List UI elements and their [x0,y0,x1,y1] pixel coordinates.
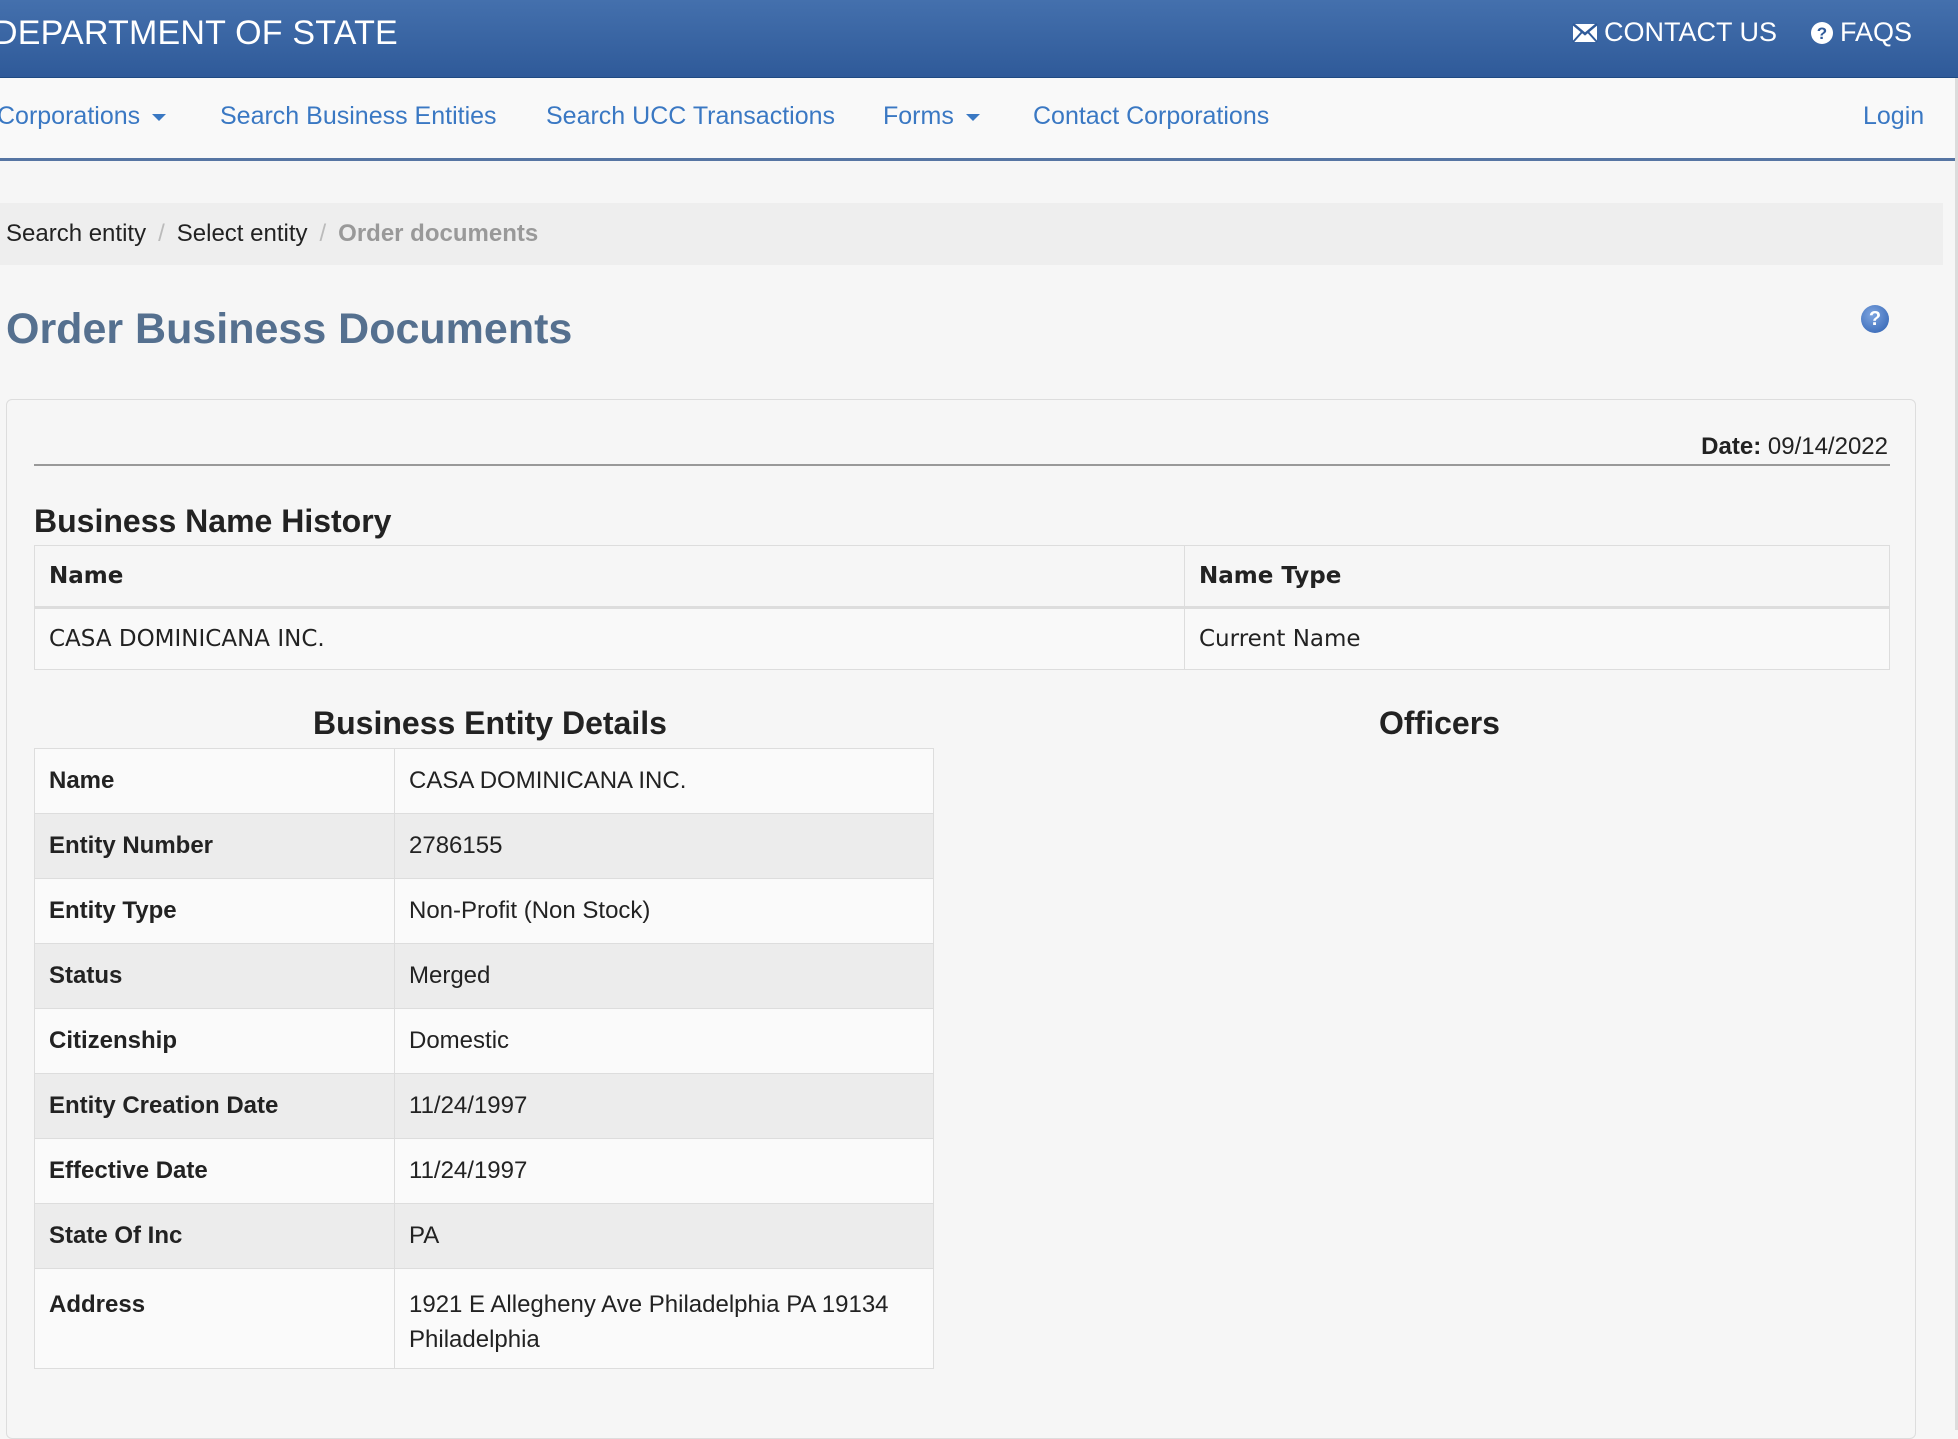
cell-name: CASA DOMINICANA INC. [34,607,1185,670]
date-value: 09/14/2022 [1767,433,1888,460]
table-row: Name CASA DOMINICANA INC. [34,748,934,814]
detail-value: 2786155 [394,813,934,879]
table-row: Entity Creation Date 11/24/1997 [34,1073,934,1139]
date-label: Date [1701,433,1754,460]
envelope-icon [1572,22,1598,43]
detail-label: Name [34,748,395,814]
nav-forms[interactable]: Forms [883,102,980,131]
caret-down-icon [152,113,167,121]
page-title: Order Business Documents [6,305,573,353]
breadcrumb-separator: / [158,220,165,247]
login-link[interactable]: Login [1863,102,1924,131]
detail-label: State Of Inc [34,1203,395,1269]
business-entity-details-heading: Business Entity Details [313,705,667,741]
question-circle-icon: ? [1810,21,1834,45]
column-header-name: Name [34,545,1185,609]
table-row: Entity Type Non-Profit (Non Stock) [34,878,934,944]
document-panel: Date: 09/14/2022 Business Name History N… [6,399,1916,1439]
table-row: Entity Number 2786155 [34,813,934,879]
breadcrumb-separator: / [319,220,327,247]
detail-label: Effective Date [34,1138,395,1204]
table-row: Status Merged [34,943,934,1009]
detail-value: PA [394,1203,934,1269]
detail-value: 11/24/1997 [394,1138,934,1204]
table-row: CASA DOMINICANA INC. Current Name [34,607,1890,670]
officers-heading: Officers [1379,705,1500,741]
detail-label: Citizenship [34,1008,395,1074]
faqs-link[interactable]: ? FAQS [1810,17,1912,48]
breadcrumb: Search entity / Select entity / Order do… [0,203,1943,265]
business-name-history-heading: Business Name History [34,503,392,539]
detail-label: Address [34,1268,395,1369]
detail-value: Merged [394,943,934,1009]
detail-value: CASA DOMINICANA INC. [394,748,934,814]
address-line-2: Philadelphia [409,1326,540,1353]
main-nav: Corporations Search Business Entities Se… [0,78,1958,161]
detail-label: Entity Type [34,878,395,944]
department-title: DEPARTMENT OF STATE [0,14,398,52]
table-row: Address 1921 E Allegheny Ave Philadelphi… [34,1268,934,1369]
nav-corporations[interactable]: Corporations [0,102,167,131]
faqs-label: FAQS [1840,17,1913,47]
contact-us-label: CONTACT US [1604,17,1778,47]
nav-contact-corporations[interactable]: Contact Corporations [1033,102,1269,131]
cell-name-type: Current Name [1184,607,1890,670]
detail-label: Status [34,943,395,1009]
table-row: Effective Date 11/24/1997 [34,1138,934,1204]
svg-text:?: ? [1817,24,1827,43]
divider [34,464,1890,466]
detail-label: Entity Number [34,813,395,879]
site-header: DEPARTMENT OF STATE CONTACT US ? FAQS [0,0,1958,78]
nav-search-business-entities[interactable]: Search Business Entities [220,102,497,131]
name-history-table: Name Name Type CASA DOMINICANA INC. Curr… [34,545,1890,670]
detail-value: Domestic [394,1008,934,1074]
address-line-1: 1921 E Allegheny Ave Philadelphia PA 191… [409,1291,889,1318]
breadcrumb-search-entity[interactable]: Search entity [6,220,146,248]
date-line: Date: 09/14/2022 [1701,433,1888,460]
breadcrumb-select-entity[interactable]: Select entity [177,220,308,248]
detail-label: Entity Creation Date [34,1073,395,1139]
table-row: State Of Inc PA [34,1203,934,1269]
caret-down-icon [965,113,980,121]
nav-corporations-label: Corporations [0,102,141,130]
detail-value: 11/24/1997 [394,1073,934,1139]
nav-search-ucc-transactions[interactable]: Search UCC Transactions [546,102,835,131]
column-header-name-type: Name Type [1184,545,1890,609]
table-row: Citizenship Domestic [34,1008,934,1074]
detail-value-address: 1921 E Allegheny Ave Philadelphia PA 191… [394,1268,934,1369]
breadcrumb-order-documents: Order documents [338,220,539,247]
contact-us-link[interactable]: CONTACT US [1572,17,1777,48]
nav-forms-label: Forms [883,102,954,130]
help-icon[interactable]: ? [1861,305,1889,333]
entity-details-table: Name CASA DOMINICANA INC. Entity Number … [34,748,934,1369]
detail-value: Non-Profit (Non Stock) [394,878,934,944]
